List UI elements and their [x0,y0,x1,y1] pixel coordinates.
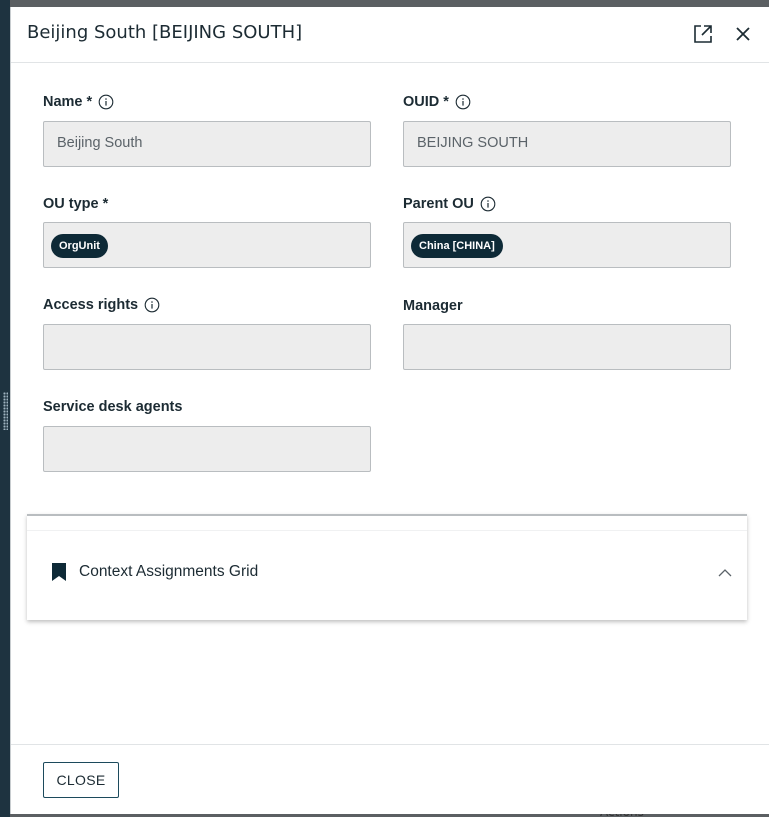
info-icon[interactable] [480,196,496,212]
access-rights-label: Access rights [43,297,160,313]
close-button[interactable]: CLOSE [43,762,119,798]
dialog-footer: CLOSE [11,744,769,814]
name-field[interactable]: Beijing South [43,121,371,167]
dialog-title: Beijing South [BEIJING SOUTH] [27,22,303,43]
background-app-edge [0,0,10,817]
close-icon [736,27,750,41]
manager-field[interactable] [403,324,731,370]
service-desk-agents-label: Service desk agents [43,399,183,415]
ouid-field[interactable]: BEIJING SOUTH [403,121,731,167]
open-in-new-button[interactable] [691,22,715,46]
ou-detail-dialog: Beijing South [BEIJING SOUTH] Name * Bei… [10,7,769,814]
access-rights-field[interactable] [43,324,371,370]
dialog-header: Beijing South [BEIJING SOUTH] [11,7,769,63]
context-assignments-section: Context Assignments Grid [27,514,747,620]
parent-ou-field[interactable]: China [CHINA] [403,222,731,268]
name-label: Name * [43,94,114,110]
manager-label: Manager [403,298,463,314]
info-icon[interactable] [455,94,471,110]
ouid-label: OUID * [403,94,471,110]
ou-type-field[interactable]: OrgUnit [43,222,371,268]
chevron-up-icon[interactable] [717,565,733,581]
bookmark-icon [52,563,66,581]
resize-grip-icon[interactable] [3,392,8,430]
context-assignments-header[interactable]: Context Assignments Grid [27,530,747,620]
close-dialog-button[interactable] [731,22,755,46]
parent-ou-label: Parent OU [403,196,496,212]
ou-type-label: OU type * [43,196,109,212]
info-icon[interactable] [144,297,160,313]
parent-ou-chip[interactable]: China [CHINA] [411,234,503,258]
section-title: Context Assignments Grid [79,563,259,580]
ou-type-chip[interactable]: OrgUnit [51,234,108,258]
info-icon[interactable] [98,94,114,110]
open-in-new-icon [694,25,712,43]
service-desk-agents-field[interactable] [43,426,371,472]
